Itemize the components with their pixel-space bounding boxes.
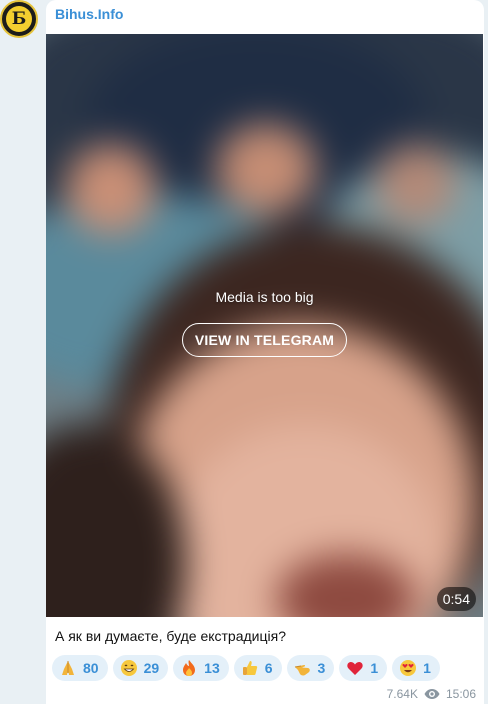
- red-heart-icon: [346, 659, 364, 677]
- post-caption: А як ви думаєте, буде екстрадиція?: [55, 628, 286, 644]
- media-overlay: Media is too big VIEW IN TELEGRAM: [46, 289, 483, 357]
- eye-icon: [424, 689, 440, 699]
- view-count: 7.64K: [386, 687, 418, 701]
- reaction-folded-hands[interactable]: 80: [52, 655, 108, 681]
- message-bubble: Bihus.Info Media is too big VIEW IN TELE…: [46, 0, 484, 704]
- media-too-big-text: Media is too big: [215, 289, 314, 305]
- video-duration: 0:54: [436, 587, 476, 611]
- channel-avatar[interactable]: Б: [0, 0, 38, 38]
- reaction-count: 80: [83, 660, 99, 676]
- fire-icon: [180, 659, 198, 677]
- reaction-count: 6: [264, 660, 273, 676]
- thumbs-up-icon: [241, 659, 259, 677]
- view-in-telegram-button[interactable]: VIEW IN TELEGRAM: [181, 323, 348, 357]
- reaction-red-heart[interactable]: 1: [339, 655, 388, 681]
- heart-eyes-icon: [399, 659, 417, 677]
- channel-name-link[interactable]: Bihus.Info: [55, 6, 123, 22]
- video-preview[interactable]: Media is too big VIEW IN TELEGRAM 0:54: [46, 34, 483, 617]
- reaction-grinning-face[interactable]: 29: [112, 655, 169, 681]
- reactions-bar: 80 29 13 6 3 1 1: [52, 655, 440, 681]
- post-meta: 7.64K 15:06: [387, 687, 476, 701]
- reaction-heart-eyes[interactable]: 1: [392, 655, 440, 681]
- pointing-hand-icon: [294, 659, 312, 677]
- folded-hands-icon: [59, 659, 77, 677]
- reaction-count: 3: [317, 660, 326, 676]
- reaction-thumbs-up[interactable]: 6: [233, 655, 282, 681]
- reaction-count: 29: [143, 660, 160, 676]
- avatar-letter: Б: [6, 6, 32, 32]
- reaction-count: 1: [423, 660, 431, 676]
- telegram-post: Б Bihus.Info Media is too big VIEW IN TE…: [0, 0, 488, 704]
- reaction-count: 13: [204, 660, 220, 676]
- post-time: 15:06: [445, 687, 476, 701]
- reaction-fire[interactable]: 13: [173, 655, 229, 681]
- reaction-count: 1: [370, 660, 379, 676]
- reaction-pointing-hand[interactable]: 3: [286, 655, 335, 681]
- grinning-face-icon: [120, 659, 138, 677]
